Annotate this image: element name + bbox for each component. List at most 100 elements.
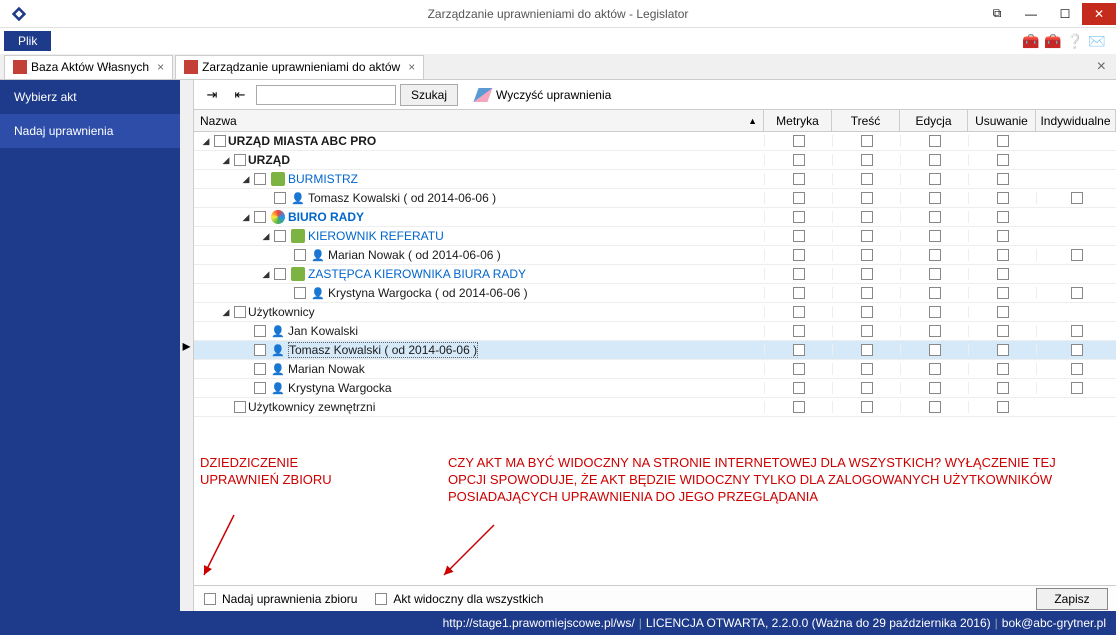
expander-icon[interactable]: ◢	[220, 155, 232, 166]
perm-checkbox[interactable]	[861, 287, 873, 299]
save-button[interactable]: Zapisz	[1036, 588, 1108, 610]
checkbox[interactable]	[204, 593, 216, 605]
perm-checkbox[interactable]	[793, 249, 805, 261]
col-delete[interactable]: Usuwanie	[968, 110, 1036, 131]
perm-checkbox[interactable]	[793, 230, 805, 242]
expander-icon[interactable]: ◢	[220, 307, 232, 318]
perm-checkbox[interactable]	[861, 306, 873, 318]
tree-row[interactable]: ◢URZĄD	[194, 151, 1116, 170]
perm-checkbox[interactable]	[861, 211, 873, 223]
row-checkbox[interactable]	[254, 211, 266, 223]
perm-checkbox[interactable]	[997, 154, 1009, 166]
tree-row[interactable]: ◢KIEROWNIK REFERATU	[194, 227, 1116, 246]
perm-checkbox[interactable]	[929, 249, 941, 261]
checkbox[interactable]	[375, 593, 387, 605]
row-checkbox[interactable]	[234, 306, 246, 318]
row-checkbox[interactable]	[234, 154, 246, 166]
perm-checkbox[interactable]	[793, 325, 805, 337]
perm-checkbox[interactable]	[861, 382, 873, 394]
perm-checkbox[interactable]	[861, 173, 873, 185]
perm-checkbox[interactable]	[929, 287, 941, 299]
collapse-all-icon[interactable]: ⇤	[228, 84, 252, 106]
perm-checkbox[interactable]	[929, 306, 941, 318]
perm-checkbox[interactable]	[929, 268, 941, 280]
clear-permissions-button[interactable]: Wyczyść uprawnienia	[470, 86, 617, 104]
tabs-close-all-icon[interactable]: ×	[1097, 58, 1116, 76]
window-minimize-icon[interactable]: —	[1014, 3, 1048, 25]
perm-checkbox[interactable]	[997, 192, 1009, 204]
perm-checkbox[interactable]	[793, 382, 805, 394]
perm-checkbox[interactable]	[1071, 363, 1083, 375]
perm-checkbox[interactable]	[793, 306, 805, 318]
menu-file[interactable]: Plik	[4, 31, 51, 51]
perm-checkbox[interactable]	[997, 135, 1009, 147]
perm-checkbox[interactable]	[1071, 287, 1083, 299]
tree-row[interactable]: ◢ZASTĘPCA KIEROWNIKA BIURA RADY	[194, 265, 1116, 284]
perm-checkbox[interactable]	[793, 344, 805, 356]
option-inherit-permissions[interactable]: Nadaj uprawnienia zbioru	[202, 592, 357, 606]
sidebar-item-nadaj-uprawnienia[interactable]: Nadaj uprawnienia	[0, 114, 180, 148]
perm-checkbox[interactable]	[861, 154, 873, 166]
expander-icon[interactable]: ◢	[240, 212, 252, 223]
perm-checkbox[interactable]	[929, 173, 941, 185]
tree-row[interactable]: ◢BURMISTRZ	[194, 170, 1116, 189]
expander-icon[interactable]: ◢	[260, 231, 272, 242]
row-checkbox[interactable]	[254, 363, 266, 375]
perm-checkbox[interactable]	[793, 287, 805, 299]
option-visible-all[interactable]: Akt widoczny dla wszystkich	[373, 592, 543, 606]
perm-checkbox[interactable]	[793, 363, 805, 375]
perm-checkbox[interactable]	[929, 363, 941, 375]
perm-checkbox[interactable]	[997, 325, 1009, 337]
mail-icon[interactable]: ✉️	[1088, 33, 1104, 49]
perm-checkbox[interactable]	[997, 249, 1009, 261]
help-icon[interactable]: ❔	[1066, 33, 1082, 49]
perm-checkbox[interactable]	[929, 192, 941, 204]
perm-checkbox[interactable]	[793, 192, 805, 204]
row-checkbox[interactable]	[254, 344, 266, 356]
col-name[interactable]: Nazwa▲	[194, 110, 764, 131]
perm-checkbox[interactable]	[929, 382, 941, 394]
perm-checkbox[interactable]	[861, 363, 873, 375]
perm-checkbox[interactable]	[861, 401, 873, 413]
perm-checkbox[interactable]	[861, 192, 873, 204]
perm-checkbox[interactable]	[1071, 249, 1083, 261]
perm-checkbox[interactable]	[997, 211, 1009, 223]
tree-row[interactable]: 👤Krystyna Wargocka ( od 2014-06-06 )	[194, 284, 1116, 303]
row-checkbox[interactable]	[254, 325, 266, 337]
row-checkbox[interactable]	[294, 287, 306, 299]
tab-zarzadzanie[interactable]: Zarządzanie uprawnieniami do aktów ×	[175, 55, 424, 79]
row-checkbox[interactable]	[214, 135, 226, 147]
tree-row[interactable]: ◢Użytkownicy	[194, 303, 1116, 322]
perm-checkbox[interactable]	[1071, 325, 1083, 337]
perm-checkbox[interactable]	[929, 344, 941, 356]
perm-checkbox[interactable]	[861, 268, 873, 280]
sidebar-collapse-handle[interactable]: ▸	[180, 80, 194, 611]
perm-checkbox[interactable]	[929, 211, 941, 223]
tree-row[interactable]: Użytkownicy zewnętrzni	[194, 398, 1116, 417]
tree-row[interactable]: 👤Marian Nowak ( od 2014-06-06 )	[194, 246, 1116, 265]
tab-close-icon[interactable]: ×	[408, 60, 415, 74]
perm-checkbox[interactable]	[997, 382, 1009, 394]
window-restore-icon[interactable]: ⧉	[980, 3, 1014, 25]
row-checkbox[interactable]	[274, 192, 286, 204]
perm-checkbox[interactable]	[793, 401, 805, 413]
tree-row[interactable]: ◢URZĄD MIASTA ABC PRO	[194, 132, 1116, 151]
row-checkbox[interactable]	[234, 401, 246, 413]
window-maximize-icon[interactable]: ☐	[1048, 3, 1082, 25]
row-checkbox[interactable]	[274, 268, 286, 280]
row-checkbox[interactable]	[274, 230, 286, 242]
toolbox-icon[interactable]: 🧰	[1022, 33, 1038, 49]
perm-checkbox[interactable]	[861, 344, 873, 356]
perm-checkbox[interactable]	[997, 363, 1009, 375]
perm-checkbox[interactable]	[861, 325, 873, 337]
perm-checkbox[interactable]	[997, 287, 1009, 299]
tree-row[interactable]: 👤Tomasz Kowalski ( od 2014-06-06 )	[194, 189, 1116, 208]
status-url[interactable]: http://stage1.prawomiejscowe.pl/ws/	[443, 616, 635, 630]
perm-checkbox[interactable]	[1071, 192, 1083, 204]
expand-all-icon[interactable]: ⇥	[200, 84, 224, 106]
perm-checkbox[interactable]	[997, 173, 1009, 185]
col-content[interactable]: Treść	[832, 110, 900, 131]
perm-checkbox[interactable]	[929, 154, 941, 166]
row-checkbox[interactable]	[254, 173, 266, 185]
perm-checkbox[interactable]	[929, 401, 941, 413]
